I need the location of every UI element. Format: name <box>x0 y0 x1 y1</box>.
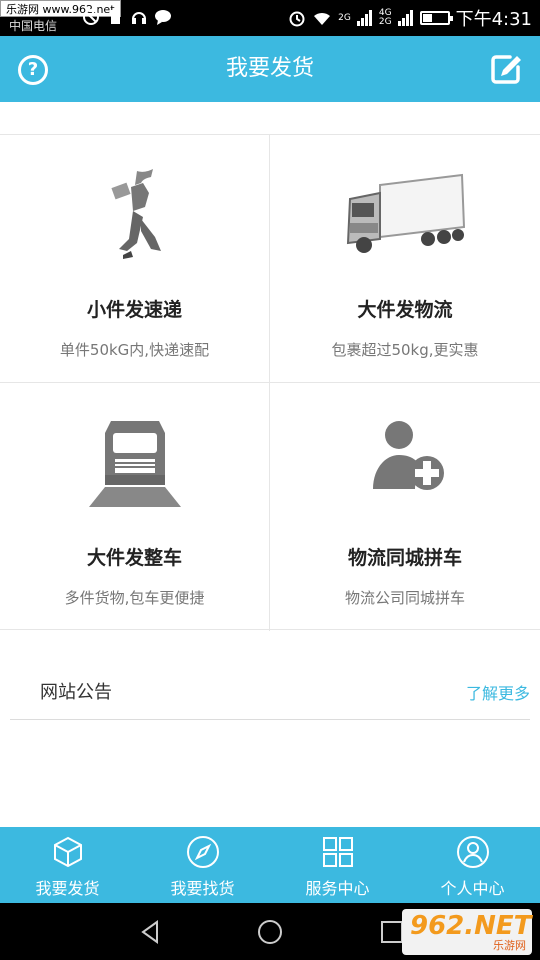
service-desc: 物流公司同城拼车 <box>344 589 465 607</box>
blocked-icon <box>83 9 99 25</box>
sim-card-icon <box>111 10 120 24</box>
network-type-2: 4G 2G <box>378 8 392 27</box>
service-title: 大件发物流 <box>357 299 453 321</box>
tab-label: 我要发货 <box>35 879 100 898</box>
clock-time: 下午4:31 <box>455 9 532 30</box>
alarm-clock-icon <box>289 11 305 27</box>
service-full-truck[interactable]: 大件发整车 多件货物,包车更便捷 <box>0 383 270 631</box>
grid-icon <box>322 837 353 867</box>
user-icon <box>456 836 489 868</box>
tab-label: 我要找货 <box>170 879 235 898</box>
learn-more-link[interactable]: 了解更多 <box>466 680 530 704</box>
tab-personal-center[interactable]: 个人中心 <box>405 827 540 903</box>
back-triangle-icon[interactable] <box>135 917 165 947</box>
tab-find-goods[interactable]: 我要找货 <box>135 827 270 903</box>
status-bar: 乐游网 www.962.net 中国电信 2G 4G 2G 下午4:31 <box>0 0 540 36</box>
wifi-icon <box>314 12 331 25</box>
service-desc: 多件货物,包车更便捷 <box>64 589 205 607</box>
service-city-carpool[interactable]: 物流同城拼车 物流公司同城拼车 <box>270 383 540 631</box>
box-truck-icon <box>346 173 466 253</box>
service-desc: 包裹超过50kg,更实惠 <box>331 341 479 359</box>
carrier-name: 中国电信 <box>9 19 58 33</box>
system-nav-bar: 962.NET 乐游网 <box>0 903 540 960</box>
bottom-tab-bar: 我要发货 我要找货 服务中心 个人中心 <box>0 827 540 903</box>
watermark-logo: 962.NET 乐游网 <box>402 909 532 955</box>
chat-bubble-icon <box>155 10 171 25</box>
site-announcement: 网站公告 了解更多 <box>10 668 530 720</box>
network-type-1: 2G <box>338 12 351 23</box>
notification-icons <box>82 8 172 26</box>
truck-front-icon <box>88 421 181 507</box>
home-circle-icon[interactable] <box>255 917 285 947</box>
top-app-bar: ? 我要发货 <box>0 36 540 102</box>
service-grid: 小件发速递 单件50kG内,快递速配 大件发物流 包裹超过50kg,更实惠 大件… <box>0 134 540 631</box>
signal-icon <box>356 10 372 26</box>
cube-icon <box>53 836 82 868</box>
signal-2-icon <box>397 10 413 26</box>
battery-fill <box>422 14 433 22</box>
user-add-icon <box>373 421 444 490</box>
page-title: 我要发货 <box>225 56 314 81</box>
tab-label: 服务中心 <box>305 879 370 898</box>
edit-button[interactable] <box>490 53 524 85</box>
compass-icon <box>186 836 219 868</box>
service-large-logistics[interactable]: 大件发物流 包裹超过50kg,更实惠 <box>270 135 540 383</box>
announcement-label: 网站公告 <box>40 682 112 703</box>
logo-subtext: 乐游网 <box>493 939 526 952</box>
service-desc: 单件50kG内,快递速配 <box>59 341 210 359</box>
service-small-express[interactable]: 小件发速递 单件50kG内,快递速配 <box>0 135 270 383</box>
service-title: 物流同城拼车 <box>347 547 462 569</box>
battery-icon <box>419 11 453 25</box>
tab-service-center[interactable]: 服务中心 <box>270 827 405 903</box>
headset-icon <box>132 12 146 24</box>
tab-ship-goods[interactable]: 我要发货 <box>0 827 135 903</box>
courier-running-icon <box>110 169 161 259</box>
service-title: 小件发速递 <box>86 299 182 321</box>
service-title: 大件发整车 <box>86 547 182 569</box>
tab-label: 个人中心 <box>440 879 505 898</box>
status-right: 2G 4G 2G 下午4:31 <box>288 0 532 36</box>
